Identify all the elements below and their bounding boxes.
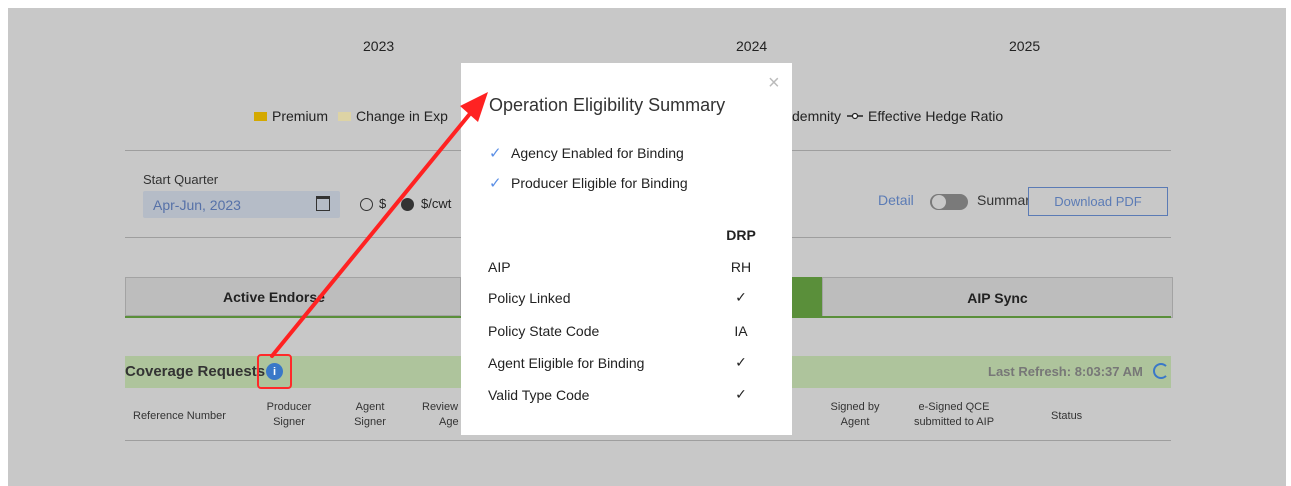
annotation-arrow bbox=[270, 92, 488, 358]
page-overlay-background: 2023 2024 2025 Premium Change in Exp dem… bbox=[8, 8, 1286, 486]
